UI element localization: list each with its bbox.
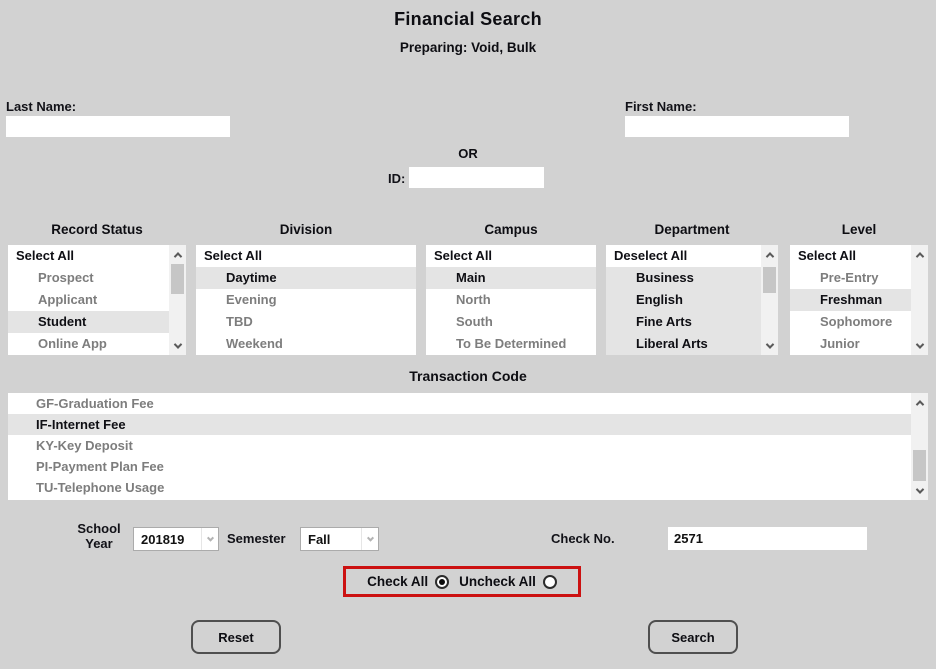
- semester-label: Semester: [227, 531, 286, 546]
- uncheck-all-radio[interactable]: [542, 574, 557, 589]
- list-item[interactable]: Sophomore: [790, 311, 928, 333]
- department-section: Department Deselect All Business English Fi…: [606, 222, 778, 355]
- list-item[interactable]: Freshman: [790, 289, 928, 311]
- list-item[interactable]: Applicant: [8, 289, 186, 311]
- list-item[interactable]: KY-Key Deposit: [8, 435, 928, 456]
- scroll-up-icon[interactable]: [911, 395, 928, 410]
- list-item[interactable]: Select All: [8, 245, 186, 267]
- list-item[interactable]: To Be Determined: [426, 333, 596, 355]
- division-section: Division Select All Daytime Evening TBD Week…: [196, 222, 416, 355]
- scroll-up-icon[interactable]: [911, 247, 928, 262]
- record-status-section: Record Status Select All Prospect Applican…: [8, 222, 186, 355]
- semester-value: Fall: [308, 531, 331, 547]
- department-listbox[interactable]: Deselect All Business English Fine Arts Libe…: [606, 245, 778, 355]
- search-button[interactable]: Search: [648, 620, 738, 654]
- last-name-label: Last Name:: [6, 99, 77, 114]
- reset-button[interactable]: Reset: [191, 620, 281, 654]
- scrollbar[interactable]: [911, 393, 928, 500]
- transaction-code-listbox[interactable]: GF-Graduation Fee IF-Internet Fee KY-Key D…: [8, 393, 928, 500]
- check-all-radio[interactable]: [435, 574, 450, 589]
- list-item[interactable]: South: [426, 311, 596, 333]
- record-status-listbox[interactable]: Select All Prospect Applicant Student Online…: [8, 245, 186, 355]
- scroll-down-icon[interactable]: [911, 483, 928, 498]
- campus-title: Campus: [484, 222, 538, 237]
- scrollbar-thumb[interactable]: [913, 450, 926, 481]
- school-year-select[interactable]: 201819: [133, 527, 219, 551]
- scrollbar[interactable]: [169, 245, 186, 355]
- scroll-down-icon[interactable]: [911, 338, 928, 353]
- level-listbox[interactable]: Select All Pre-Entry Freshman Sophomore Juni…: [790, 245, 928, 355]
- list-item[interactable]: Junior: [790, 333, 928, 355]
- uncheck-all-option[interactable]: Uncheck All: [459, 574, 557, 589]
- level-section: Level Select All Pre-Entry Freshman Sophomo…: [790, 222, 928, 355]
- list-item[interactable]: TBD: [196, 311, 416, 333]
- check-all-option[interactable]: Check All: [367, 574, 450, 589]
- financial-search-form: Financial Search Preparing: Void, Bulk L…: [0, 0, 936, 669]
- department-title: Department: [654, 222, 730, 237]
- scrollbar-thumb[interactable]: [171, 264, 184, 294]
- list-item[interactable]: Select All: [196, 245, 416, 267]
- list-item[interactable]: Weekend: [196, 333, 416, 355]
- campus-listbox[interactable]: Select All Main North South To Be Determined: [426, 245, 596, 355]
- last-name-input[interactable]: [6, 116, 230, 137]
- first-name-label: First Name:: [625, 99, 697, 114]
- chevron-down-icon[interactable]: [361, 528, 378, 550]
- uncheck-all-label: Uncheck All: [459, 574, 536, 589]
- list-item[interactable]: Main: [426, 267, 596, 289]
- chevron-down-icon[interactable]: [201, 528, 218, 550]
- check-all-label: Check All: [367, 574, 429, 589]
- scroll-up-icon[interactable]: [761, 247, 778, 262]
- check-no-label: Check No.: [551, 531, 615, 546]
- scroll-down-icon[interactable]: [761, 338, 778, 353]
- list-item[interactable]: TU-Telephone Usage: [8, 477, 928, 498]
- list-item[interactable]: Select All: [790, 245, 928, 267]
- transaction-code-title: Transaction Code: [409, 368, 527, 384]
- id-label: ID:: [388, 171, 406, 186]
- semester-select[interactable]: Fall: [300, 527, 379, 551]
- division-title: Division: [279, 222, 333, 237]
- school-year-label: School Year: [77, 521, 121, 551]
- page-title: Financial Search: [394, 9, 542, 29]
- list-item[interactable]: Prospect: [8, 267, 186, 289]
- list-item[interactable]: Pre-Entry: [790, 267, 928, 289]
- list-item[interactable]: North: [426, 289, 596, 311]
- scrollbar[interactable]: [761, 245, 778, 355]
- campus-section: Campus Select All Main North South To Be Det…: [426, 222, 596, 355]
- list-item[interactable]: Evening: [196, 289, 416, 311]
- page-subtitle: Preparing: Void, Bulk: [399, 40, 537, 55]
- scrollbar-thumb[interactable]: [763, 267, 776, 293]
- scroll-down-icon[interactable]: [169, 338, 186, 353]
- list-item[interactable]: IF-Internet Fee: [8, 414, 928, 435]
- check-no-input[interactable]: [668, 527, 867, 550]
- or-label: OR: [458, 146, 478, 161]
- record-status-title: Record Status: [51, 222, 143, 237]
- list-item[interactable]: Student: [8, 311, 186, 333]
- division-listbox[interactable]: Select All Daytime Evening TBD Weekend: [196, 245, 416, 355]
- level-title: Level: [841, 222, 877, 237]
- list-item[interactable]: Online App: [8, 333, 186, 355]
- list-item[interactable]: Liberal Arts: [606, 333, 778, 355]
- list-item[interactable]: Business: [606, 267, 778, 289]
- list-item[interactable]: PI-Payment Plan Fee: [8, 456, 928, 477]
- list-item[interactable]: Daytime: [196, 267, 416, 289]
- scroll-up-icon[interactable]: [169, 247, 186, 262]
- school-year-value: 201819: [141, 531, 185, 547]
- list-item[interactable]: Deselect All: [606, 245, 778, 267]
- list-item[interactable]: English: [606, 289, 778, 311]
- list-item[interactable]: GF-Graduation Fee: [8, 393, 928, 414]
- id-input[interactable]: [409, 167, 544, 188]
- check-all-group: Check All Uncheck All: [343, 566, 581, 597]
- first-name-input[interactable]: [625, 116, 849, 137]
- list-item[interactable]: Fine Arts: [606, 311, 778, 333]
- list-item[interactable]: Select All: [426, 245, 596, 267]
- scrollbar[interactable]: [911, 245, 928, 355]
